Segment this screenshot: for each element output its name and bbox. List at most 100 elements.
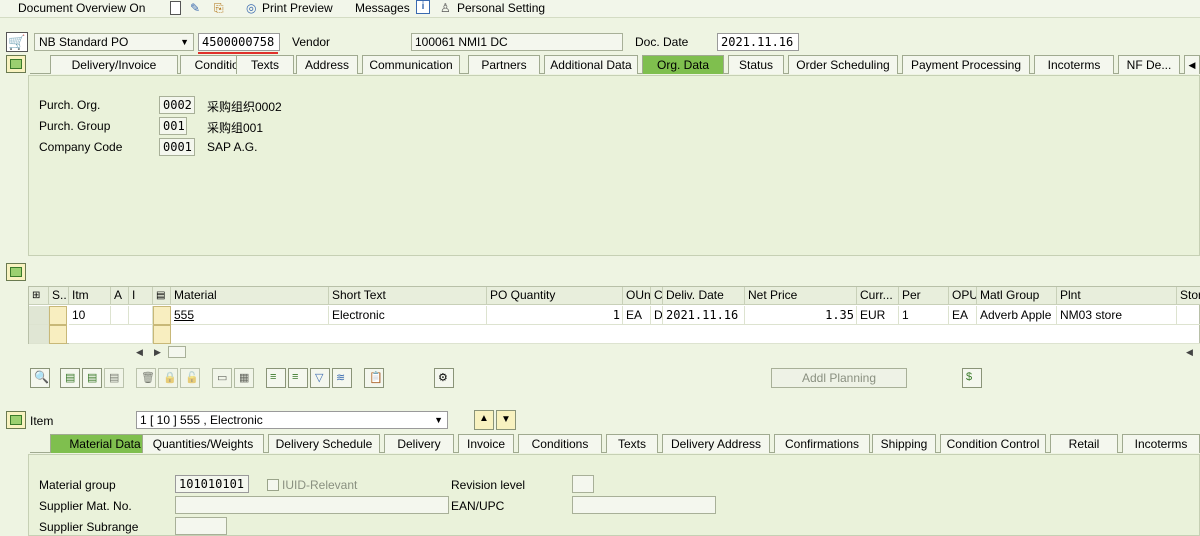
block-item-button[interactable]: 🔒	[158, 368, 178, 388]
tab-texts[interactable]: Texts	[236, 55, 294, 74]
row-selector[interactable]	[29, 306, 49, 325]
col-a[interactable]: A	[111, 287, 129, 305]
iuid-relevant-checkbox[interactable]	[267, 479, 279, 491]
tab-quantities-weights[interactable]: Quantities/Weights	[142, 434, 264, 453]
doc-date-field[interactable]: 2021.11.16	[717, 33, 799, 51]
vendor-field[interactable]: 100061 NMI1 DC	[411, 33, 623, 51]
document-overview-button[interactable]: Document Overview On	[18, 1, 145, 15]
messages-button[interactable]: Messages	[355, 1, 410, 15]
delete-item-button[interactable]: 🗑	[136, 368, 156, 388]
tab-additional-data[interactable]: Additional Data	[544, 55, 638, 74]
tab-payment-processing[interactable]: Payment Processing	[902, 55, 1030, 74]
col-opu[interactable]: OPU	[949, 287, 977, 305]
tab-condition-control[interactable]: Condition Control	[940, 434, 1046, 453]
paste-item-button[interactable]: ▤	[104, 368, 124, 388]
tab-retail[interactable]: Retail	[1050, 434, 1118, 453]
tab-delivery[interactable]: Delivery	[384, 434, 454, 453]
empty-row[interactable]	[171, 325, 1200, 344]
short-text-cell[interactable]: Electronic	[329, 306, 487, 325]
ean-upc-field[interactable]	[572, 496, 716, 514]
col-short-text[interactable]: Short Text	[329, 287, 487, 305]
details-button[interactable]: 🔍	[30, 368, 50, 388]
col-itm[interactable]: Itm	[69, 287, 111, 305]
tab-org-data[interactable]: Org. Data	[642, 55, 724, 74]
stor-cell[interactable]	[1177, 306, 1200, 325]
tab-communication[interactable]: Communication	[362, 55, 460, 74]
tab-delivery-address[interactable]: Delivery Address	[662, 434, 770, 453]
per-cell[interactable]: 1	[899, 306, 949, 325]
sort-desc-button[interactable]: ≡	[288, 368, 308, 388]
tab-partners[interactable]: Partners	[468, 55, 540, 74]
col-matl-group[interactable]: Matl Group	[977, 287, 1057, 305]
col-net-price[interactable]: Net Price	[745, 287, 857, 305]
tab-item-conditions[interactable]: Conditions	[518, 434, 602, 453]
itm-cell[interactable]: 10	[69, 306, 111, 325]
col-deliv-date[interactable]: Deliv. Date	[663, 287, 745, 305]
supplier-mat-no-field[interactable]	[175, 496, 449, 514]
po-number-field[interactable]: 4500000758	[198, 33, 280, 51]
tab-nf-data[interactable]: NF De...	[1118, 55, 1180, 74]
tab-shipping[interactable]: Shipping	[872, 434, 936, 453]
matl-group-cell[interactable]: Adverb Apple	[977, 306, 1057, 325]
col-material-icon[interactable]: ▤	[153, 287, 171, 305]
plnt-cell[interactable]: NM03 store	[1057, 306, 1177, 325]
status-cell[interactable]	[49, 325, 67, 344]
previous-item-button[interactable]: ▲	[474, 410, 494, 430]
doc-type-select[interactable]: NB Standard PO ▼	[34, 33, 194, 51]
col-plnt[interactable]: Plnt	[1057, 287, 1177, 305]
col-per[interactable]: Per	[899, 287, 949, 305]
col-material[interactable]: Material	[171, 287, 329, 305]
curr-cell[interactable]: EUR	[857, 306, 899, 325]
tab-incoterms[interactable]: Incoterms	[1034, 55, 1114, 74]
filter-button[interactable]: ▽	[310, 368, 330, 388]
po-quantity-cell[interactable]: 1	[487, 306, 623, 325]
col-status[interactable]: S..	[49, 287, 69, 305]
material-help-cell[interactable]	[153, 325, 171, 344]
personal-setting-button[interactable]: Personal Setting	[457, 1, 545, 15]
revision-level-field[interactable]	[572, 475, 594, 493]
c-cell[interactable]: D	[651, 306, 663, 325]
collapse-items-icon[interactable]	[6, 263, 26, 281]
tab-item-incoterms[interactable]: Incoterms	[1122, 434, 1200, 453]
collapse-item-detail-icon[interactable]	[6, 411, 26, 429]
table-settings-icon[interactable]: ⊞	[29, 287, 49, 305]
tab-invoice[interactable]: Invoice	[458, 434, 514, 453]
col-oun[interactable]: OUn	[623, 287, 651, 305]
default-values-button[interactable]: 📋	[364, 368, 384, 388]
col-stor[interactable]: Stor	[1177, 287, 1200, 305]
a-cell[interactable]	[111, 306, 129, 325]
unblock-item-button[interactable]: 🔓	[180, 368, 200, 388]
scroll-end-icon[interactable]: ◀	[1186, 347, 1193, 358]
other-document-icon[interactable]: ⎘	[214, 1, 224, 16]
display-change-icon[interactable]: ✎	[190, 1, 200, 15]
next-item-button[interactable]: ▼	[496, 410, 516, 430]
oun-cell[interactable]: EA	[623, 306, 651, 325]
material-help-cell[interactable]	[153, 306, 171, 325]
collapse-header-icon[interactable]	[6, 55, 26, 73]
supplier-subrange-field[interactable]	[175, 517, 227, 535]
filter-settings-button[interactable]: ≋	[332, 368, 352, 388]
tab-delivery-schedule[interactable]: Delivery Schedule	[268, 434, 380, 453]
col-c[interactable]: C	[651, 287, 663, 305]
row-selector[interactable]	[29, 325, 49, 344]
tab-scroll-left-icon[interactable]: ◀	[1184, 55, 1200, 74]
col-curr[interactable]: Curr...	[857, 287, 899, 305]
print-preview-button[interactable]: Print Preview	[262, 1, 333, 15]
tab-status[interactable]: Status	[728, 55, 784, 74]
deliv-date-cell[interactable]: 2021.11.16	[663, 306, 745, 325]
i-cell[interactable]	[129, 306, 153, 325]
new-document-icon[interactable]	[170, 1, 181, 15]
item-selector[interactable]: 1 [ 10 ] 555 , Electronic ▼	[136, 411, 448, 429]
net-price-cell[interactable]: 1.35	[745, 306, 857, 325]
status-cell[interactable]	[49, 306, 67, 325]
col-po-quantity[interactable]: PO Quantity	[487, 287, 623, 305]
currency-button[interactable]: $	[962, 368, 982, 388]
tab-delivery-invoice[interactable]: Delivery/Invoice	[50, 55, 178, 74]
tab-address[interactable]: Address	[296, 55, 358, 74]
company-code-field[interactable]: 0001	[159, 138, 195, 156]
copy-item-button[interactable]: ▤	[82, 368, 102, 388]
purch-group-field[interactable]: 001	[159, 117, 187, 135]
shopping-cart-icon[interactable]: 🛒	[6, 32, 28, 52]
col-i[interactable]: I	[129, 287, 153, 305]
info-icon[interactable]: i	[416, 0, 430, 14]
